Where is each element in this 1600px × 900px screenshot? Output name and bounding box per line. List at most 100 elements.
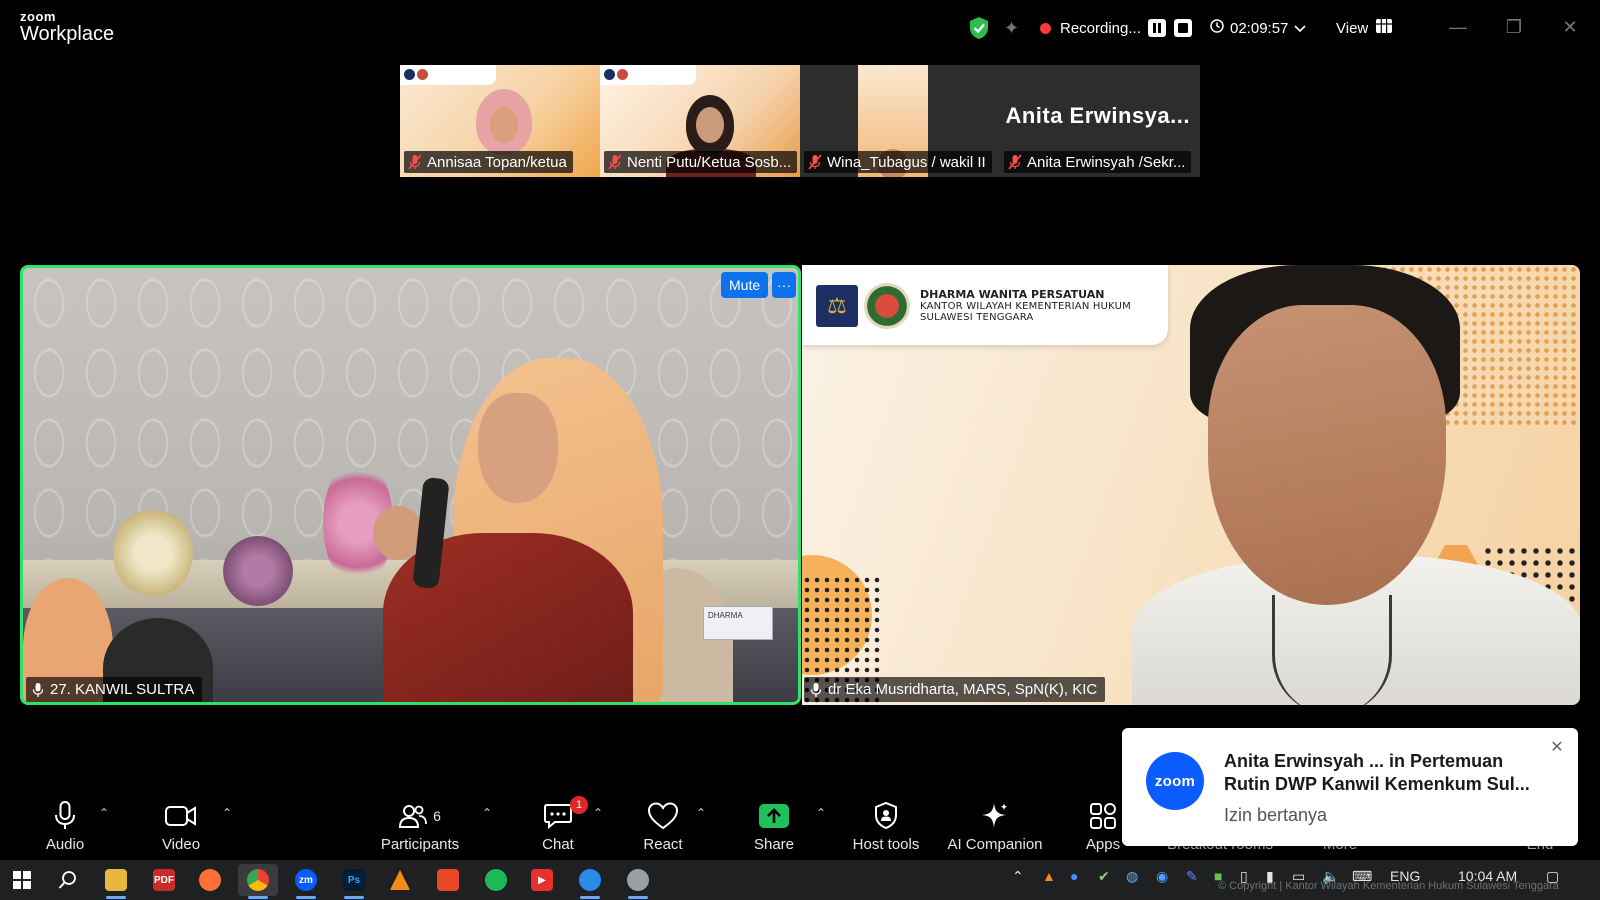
participant-name-tag: Wina_Tubagus / wakil II xyxy=(804,151,992,173)
file-explorer-icon[interactable] xyxy=(96,864,136,899)
tray-app-icon[interactable]: ◉ xyxy=(1156,868,1168,885)
react-options-chevron-up-icon[interactable]: ⌃ xyxy=(696,806,706,820)
participant-thumbnail[interactable]: Anita Erwinsya... Anita Erwinsyah /Sekr.… xyxy=(1000,65,1200,177)
meeting-timer[interactable]: 02:09:57 xyxy=(1210,14,1306,42)
share-label: Share xyxy=(753,836,795,853)
zoom-icon[interactable]: zm xyxy=(286,864,326,899)
host-tools-button[interactable]: Host tools xyxy=(836,800,936,853)
recording-label: Recording... xyxy=(1060,19,1141,37)
windows-icon[interactable] xyxy=(2,864,42,896)
view-button[interactable]: View xyxy=(1336,14,1393,42)
org-line-1: DHARMA WANITA PERSATUAN xyxy=(920,288,1105,301)
video-speaker-face xyxy=(478,393,558,503)
tray-check-icon[interactable]: ✔ xyxy=(1098,868,1110,885)
search-icon[interactable] xyxy=(48,864,88,896)
participant-name: dr Eka Musridharta, MARS, SpN(K), KIC xyxy=(828,681,1098,698)
participant-name: Annisaa Topan/ketua xyxy=(427,153,567,171)
chevron-down-icon xyxy=(1294,20,1306,37)
close-icon[interactable]: ✕ xyxy=(1546,736,1568,758)
participant-thumbnail[interactable]: Annisaa Topan/ketua xyxy=(400,65,600,177)
stop-recording-button[interactable] xyxy=(1174,14,1192,42)
participant-name-tag: Nenti Putu/Ketua Sosb... xyxy=(604,151,798,173)
react-label: React xyxy=(643,836,683,853)
grid-icon xyxy=(1376,19,1393,37)
office-icon[interactable] xyxy=(428,864,468,896)
org-logo-bar xyxy=(600,65,696,85)
mic-muted-icon xyxy=(608,154,622,170)
participant-thumbnail[interactable]: Nenti Putu/Ketua Sosb... xyxy=(600,65,800,177)
participant-name: Nenti Putu/Ketua Sosb... xyxy=(627,153,792,171)
participant-display-name: Anita Erwinsya... xyxy=(1005,103,1190,128)
share-screen-icon xyxy=(758,800,790,832)
participant-video-main[interactable]: ⚖ DHARMA WANITA PERSATUAN KANTOR WILAYAH… xyxy=(802,265,1580,705)
brand-large: Workplace xyxy=(20,23,115,45)
ai-sparkle-icon xyxy=(980,800,1010,832)
participant-name: 27. KANWIL SULTRA xyxy=(50,681,195,698)
video-label: Video xyxy=(161,836,201,853)
spotify-icon[interactable] xyxy=(476,864,516,896)
video-app-icon[interactable]: ▶ xyxy=(522,864,562,896)
participant-thumbnail[interactable]: Wina_Tubagus / wakil II xyxy=(800,65,1000,177)
view-label: View xyxy=(1336,19,1369,37)
chat-notification-popup[interactable]: zoom Anita Erwinsyah ... in Pertemuan Ru… xyxy=(1122,728,1578,846)
chat-icon: 1 xyxy=(544,796,588,832)
misc-icon[interactable] xyxy=(618,864,658,899)
tray-zoom-icon[interactable]: ● xyxy=(1070,868,1078,884)
chrome-icon[interactable] xyxy=(238,864,278,899)
apps-label: Apps xyxy=(1085,836,1121,853)
org-banner: ⚖ DHARMA WANITA PERSATUAN KANTOR WILAYAH… xyxy=(802,265,1168,345)
mute-participant-button[interactable]: Mute xyxy=(721,272,769,298)
restore-icon[interactable]: ❐ xyxy=(1496,10,1532,44)
audio-label: Audio xyxy=(45,836,85,853)
participant-video xyxy=(476,89,532,155)
ai-companion-button[interactable]: AI Companion xyxy=(945,800,1045,853)
participant-name: Anita Erwinsyah /Sekr... xyxy=(1027,153,1186,171)
pdf-icon[interactable]: PDF xyxy=(144,864,184,896)
chat-unread-badge: 1 xyxy=(570,796,588,814)
title-bar: zoom Workplace ✦ Recording... 02:09:57 V… xyxy=(0,0,1600,56)
video-participant-face xyxy=(1208,305,1446,605)
notification-title: Anita Erwinsyah ... in Pertemuan Rutin D… xyxy=(1224,751,1530,795)
tray-pen-icon[interactable]: ✎ xyxy=(1186,868,1198,885)
copyright-watermark: © Copyright | Kantor Wilayah Kementerian… xyxy=(1218,880,1559,892)
tray-vlc-icon[interactable]: ▲ xyxy=(1042,868,1056,884)
share-button[interactable]: Share xyxy=(724,800,824,853)
participant-name-tag: dr Eka Musridharta, MARS, SpN(K), KIC xyxy=(804,677,1106,702)
firefox-icon[interactable] xyxy=(190,864,230,896)
vlc-icon[interactable] xyxy=(380,864,420,896)
photoshop-icon[interactable]: Ps xyxy=(334,864,374,899)
participants-label: Participants xyxy=(380,836,460,853)
mic-muted-icon xyxy=(1008,154,1022,170)
org-name: DHARMA WANITA PERSATUAN KANTOR WILAYAH K… xyxy=(920,288,1131,324)
participants-icon: 6 xyxy=(399,800,441,832)
more-options-button[interactable]: ··· xyxy=(772,272,796,298)
host-tools-label: Host tools xyxy=(852,836,920,853)
participants-count: 6 xyxy=(433,808,441,824)
participant-name-tag: Annisaa Topan/ketua xyxy=(404,151,573,173)
recording-dot-icon xyxy=(1040,22,1051,34)
shield-check-icon[interactable] xyxy=(968,14,990,42)
ministry-logo-icon: ⚖ xyxy=(816,285,858,327)
brand-small: zoom xyxy=(20,9,56,24)
minimize-icon[interactable]: — xyxy=(1440,10,1476,44)
participants-button[interactable]: 6 Participants xyxy=(370,800,470,853)
participant-name: Wina_Tubagus / wakil II xyxy=(827,153,986,171)
close-icon[interactable]: ✕ xyxy=(1552,10,1588,44)
video-lanyard xyxy=(1272,595,1392,705)
timer-text: 02:09:57 xyxy=(1230,19,1289,37)
tray-globe-icon[interactable]: ◍ xyxy=(1126,868,1138,885)
active-speaker-video[interactable]: DHARMA xyxy=(20,265,801,705)
ai-companion-label: AI Companion xyxy=(947,836,1043,853)
chat-options-chevron-up-icon[interactable]: ⌃ xyxy=(593,806,603,820)
audio-options-chevron-up-icon[interactable]: ⌃ xyxy=(99,806,109,820)
video-options-chevron-up-icon[interactable]: ⌃ xyxy=(222,806,232,820)
recording-indicator: Recording... xyxy=(1040,14,1141,42)
org-line-3: SULAWESI TENGGARA xyxy=(920,312,1034,324)
sparkle-icon[interactable]: ✦ xyxy=(1004,14,1019,42)
browser-icon[interactable] xyxy=(570,864,610,899)
tray-chevron-up-icon[interactable]: ⌃ xyxy=(1012,868,1024,885)
video-button[interactable]: Video xyxy=(131,800,231,853)
pause-recording-button[interactable] xyxy=(1148,14,1166,42)
participants-options-chevron-up-icon[interactable]: ⌃ xyxy=(482,806,492,820)
share-options-chevron-up-icon[interactable]: ⌃ xyxy=(816,806,826,820)
